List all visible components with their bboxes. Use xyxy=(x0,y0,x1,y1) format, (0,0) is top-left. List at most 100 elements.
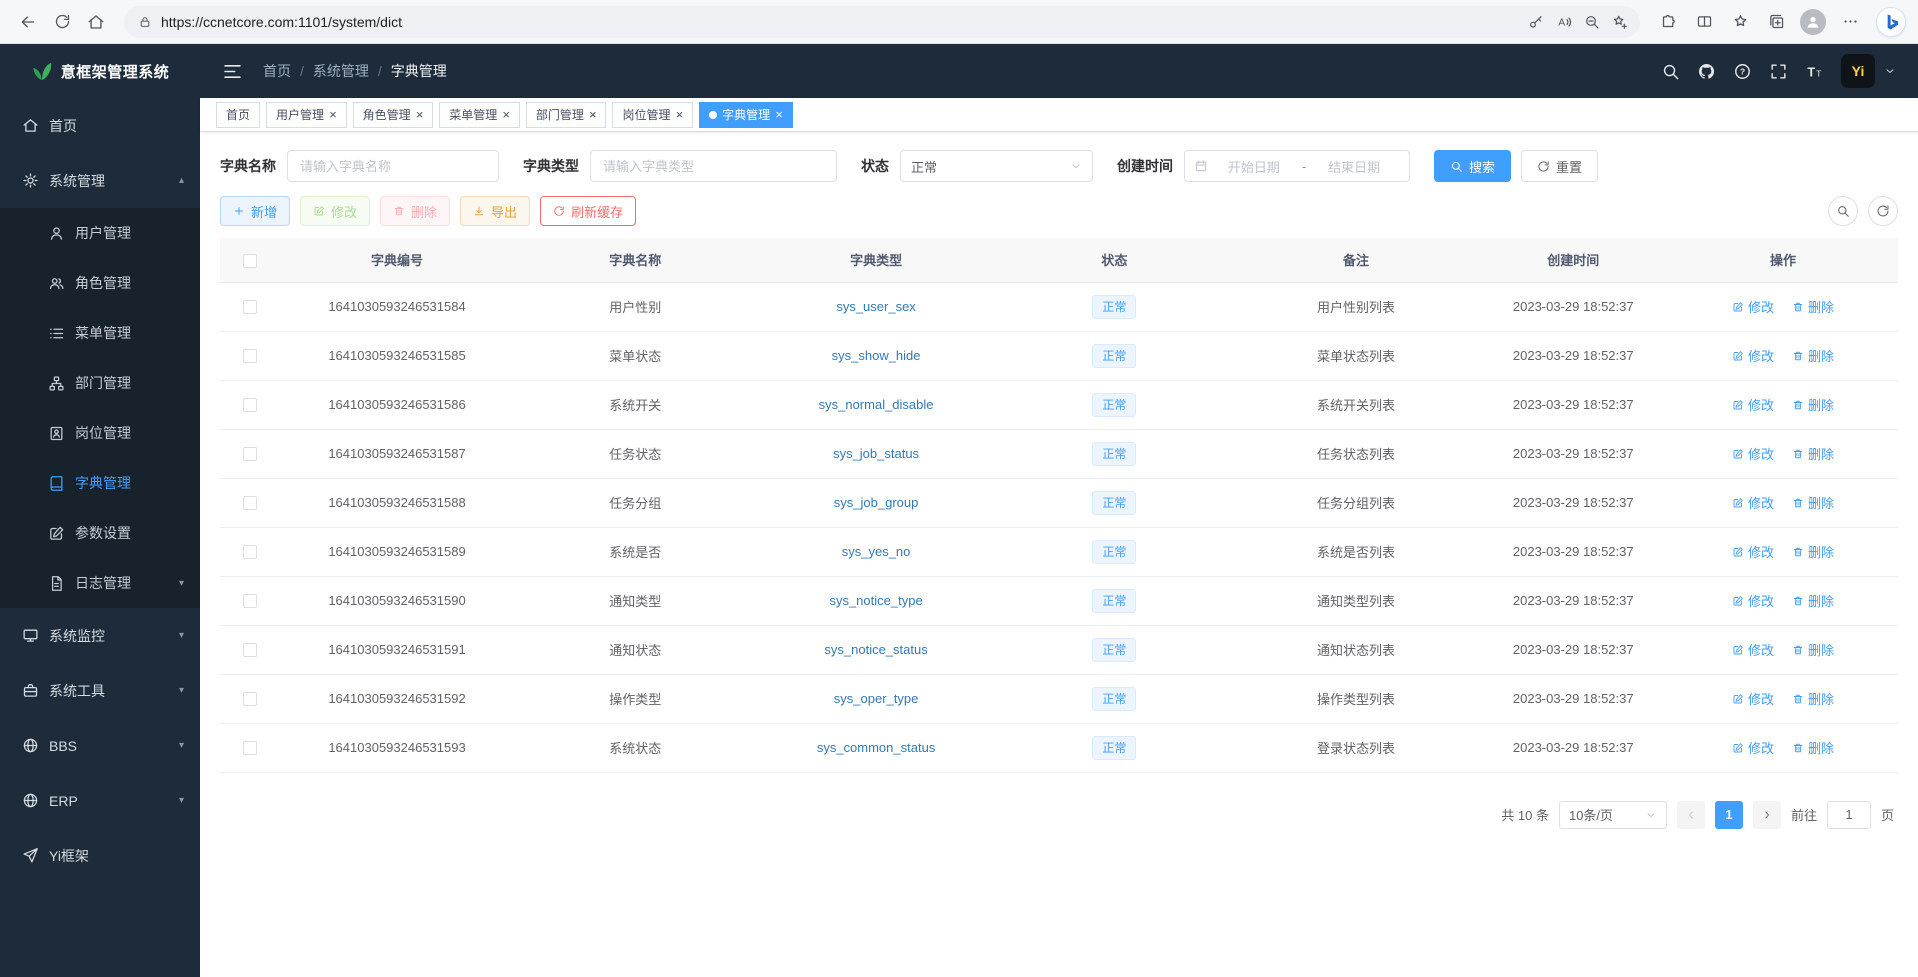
tab[interactable]: 首页 xyxy=(216,102,260,128)
row-checkbox[interactable] xyxy=(243,300,257,314)
sidebar-toggle-icon[interactable] xyxy=(222,61,243,82)
breadcrumb-link[interactable]: 首页 xyxy=(263,61,291,81)
sidebar-item[interactable]: 岗位管理 xyxy=(0,408,200,458)
browser-refresh-button[interactable] xyxy=(46,6,78,38)
row-delete-link[interactable]: 删除 xyxy=(1792,689,1834,708)
row-checkbox[interactable] xyxy=(243,349,257,363)
row-delete-link[interactable]: 删除 xyxy=(1792,591,1834,610)
dict-name-input[interactable] xyxy=(287,150,499,182)
tab[interactable]: 字典管理 × xyxy=(699,102,793,128)
sidebar-item[interactable]: 用户管理 xyxy=(0,208,200,258)
date-range-picker[interactable]: 开始日期 - 结束日期 xyxy=(1184,150,1410,182)
row-delete-link[interactable]: 删除 xyxy=(1792,395,1834,414)
dict-type-link[interactable]: sys_user_sex xyxy=(836,299,915,314)
row-edit-link[interactable]: 修改 xyxy=(1732,297,1774,316)
row-edit-link[interactable]: 修改 xyxy=(1732,542,1774,561)
sidebar-item[interactable]: 参数设置 xyxy=(0,508,200,558)
browser-menu-button[interactable] xyxy=(1834,6,1866,38)
browser-home-button[interactable] xyxy=(80,6,112,38)
start-date-placeholder[interactable]: 开始日期 xyxy=(1208,157,1300,176)
help-icon[interactable] xyxy=(1733,62,1752,81)
table-row[interactable]: 1641030593246531591 通知状态 sys_notice_stat… xyxy=(220,625,1898,674)
tab-close-icon[interactable]: × xyxy=(329,108,337,121)
row-delete-link[interactable]: 删除 xyxy=(1792,297,1834,316)
tab[interactable]: 岗位管理 × xyxy=(612,102,693,128)
toggle-search-button[interactable] xyxy=(1828,196,1858,226)
tab-close-icon[interactable]: × xyxy=(502,108,510,121)
breadcrumb-link[interactable]: 字典管理 xyxy=(391,61,447,81)
row-edit-link[interactable]: 修改 xyxy=(1732,493,1774,512)
tab[interactable]: 菜单管理 × xyxy=(439,102,520,128)
row-edit-link[interactable]: 修改 xyxy=(1732,591,1774,610)
row-edit-link[interactable]: 修改 xyxy=(1732,689,1774,708)
row-edit-link[interactable]: 修改 xyxy=(1732,738,1774,757)
row-delete-link[interactable]: 删除 xyxy=(1792,444,1834,463)
tab-close-icon[interactable]: × xyxy=(775,108,783,121)
row-delete-link[interactable]: 删除 xyxy=(1792,346,1834,365)
user-avatar[interactable]: Yi xyxy=(1841,54,1875,88)
url-text[interactable]: https://ccnetcore.com:1101/system/dict xyxy=(161,14,1522,30)
browser-back-button[interactable] xyxy=(12,6,44,38)
current-page-button[interactable]: 1 xyxy=(1715,801,1743,829)
select-all-checkbox[interactable] xyxy=(243,254,257,268)
row-delete-link[interactable]: 删除 xyxy=(1792,493,1834,512)
tab-close-icon[interactable]: × xyxy=(589,108,597,121)
table-row[interactable]: 1641030593246531589 系统是否 sys_yes_no 正常 系… xyxy=(220,527,1898,576)
dict-type-input[interactable] xyxy=(590,150,837,182)
delete-button[interactable]: 删除 xyxy=(380,196,450,226)
read-aloud-button[interactable] xyxy=(1550,8,1578,36)
table-row[interactable]: 1641030593246531585 菜单状态 sys_show_hide 正… xyxy=(220,331,1898,380)
row-edit-link[interactable]: 修改 xyxy=(1732,395,1774,414)
avatar-caret-icon[interactable] xyxy=(1884,65,1896,77)
search-icon[interactable] xyxy=(1661,62,1680,81)
tab-close-icon[interactable]: × xyxy=(675,108,683,121)
status-select[interactable]: 正常 xyxy=(900,150,1093,182)
sidebar-item[interactable]: BBS ▾ xyxy=(0,718,200,773)
split-screen-button[interactable] xyxy=(1688,6,1720,38)
dict-type-link[interactable]: sys_job_group xyxy=(834,495,919,510)
row-checkbox[interactable] xyxy=(243,447,257,461)
sidebar-item[interactable]: 系统工具 ▾ xyxy=(0,663,200,718)
copilot-button[interactable] xyxy=(1876,7,1906,37)
add-button[interactable]: 新增 xyxy=(220,196,290,226)
sidebar-item[interactable]: ERP ▾ xyxy=(0,773,200,828)
font-size-icon[interactable] xyxy=(1805,62,1824,81)
refresh-table-button[interactable] xyxy=(1868,196,1898,226)
table-row[interactable]: 1641030593246531586 系统开关 sys_normal_disa… xyxy=(220,380,1898,429)
row-delete-link[interactable]: 删除 xyxy=(1792,542,1834,561)
row-delete-link[interactable]: 删除 xyxy=(1792,738,1834,757)
table-row[interactable]: 1641030593246531593 系统状态 sys_common_stat… xyxy=(220,723,1898,772)
row-checkbox[interactable] xyxy=(243,496,257,510)
table-row[interactable]: 1641030593246531590 通知类型 sys_notice_type… xyxy=(220,576,1898,625)
edit-button[interactable]: 修改 xyxy=(300,196,370,226)
collections-button[interactable] xyxy=(1760,6,1792,38)
row-checkbox[interactable] xyxy=(243,741,257,755)
dict-type-link[interactable]: sys_common_status xyxy=(817,740,936,755)
tab[interactable]: 部门管理 × xyxy=(526,102,607,128)
dict-type-link[interactable]: sys_yes_no xyxy=(842,544,911,559)
row-checkbox[interactable] xyxy=(243,643,257,657)
goto-page-input[interactable] xyxy=(1827,801,1871,829)
dict-type-link[interactable]: sys_normal_disable xyxy=(819,397,934,412)
table-row[interactable]: 1641030593246531587 任务状态 sys_job_status … xyxy=(220,429,1898,478)
dict-type-link[interactable]: sys_show_hide xyxy=(832,348,921,363)
app-logo[interactable]: 意框架管理系统 xyxy=(0,44,200,98)
dict-type-link[interactable]: sys_oper_type xyxy=(834,691,919,706)
row-delete-link[interactable]: 删除 xyxy=(1792,640,1834,659)
row-checkbox[interactable] xyxy=(243,545,257,559)
table-row[interactable]: 1641030593246531584 用户性别 sys_user_sex 正常… xyxy=(220,282,1898,331)
sidebar-item[interactable]: 首页 xyxy=(0,98,200,153)
password-key-button[interactable] xyxy=(1522,8,1550,36)
row-checkbox[interactable] xyxy=(243,594,257,608)
tab[interactable]: 用户管理 × xyxy=(266,102,347,128)
table-row[interactable]: 1641030593246531588 任务分组 sys_job_group 正… xyxy=(220,478,1898,527)
page-size-select[interactable]: 10条/页 xyxy=(1559,801,1667,829)
row-edit-link[interactable]: 修改 xyxy=(1732,346,1774,365)
favorites-button[interactable] xyxy=(1724,6,1756,38)
row-edit-link[interactable]: 修改 xyxy=(1732,640,1774,659)
row-edit-link[interactable]: 修改 xyxy=(1732,444,1774,463)
fullscreen-icon[interactable] xyxy=(1769,62,1788,81)
export-button[interactable]: 导出 xyxy=(460,196,530,226)
sidebar-item[interactable]: 角色管理 xyxy=(0,258,200,308)
row-checkbox[interactable] xyxy=(243,692,257,706)
